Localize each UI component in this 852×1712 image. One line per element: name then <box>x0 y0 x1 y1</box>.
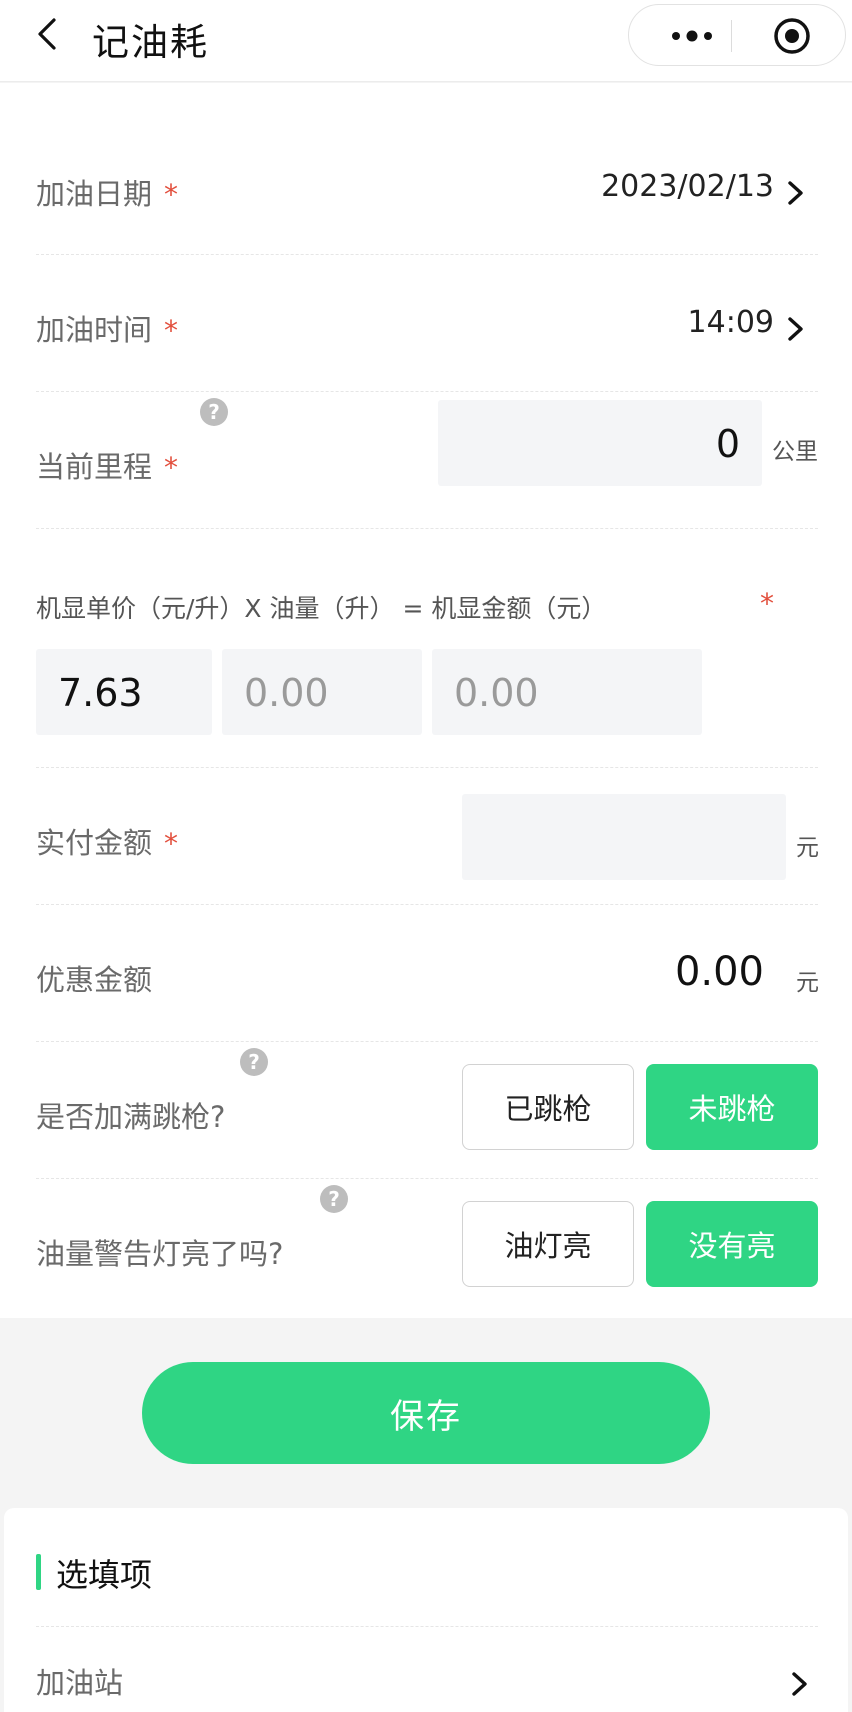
full-tank-row: 是否加满跳枪? ? 已跳枪 未跳枪 <box>0 1042 852 1178</box>
optional-section-card: 选填项 加油站 <box>4 1508 848 1712</box>
warning-light-label: 油量警告灯亮了吗? <box>36 1237 284 1271</box>
page-title: 记油耗 <box>92 21 209 64</box>
chevron-right-icon <box>788 1668 812 1700</box>
fuel-form-card: 加油日期 * 2023/02/13 加油时间 * 14:09 当前里程 * ? 0 公… <box>0 83 852 1318</box>
warning-light-off-button[interactable]: 没有亮 <box>646 1201 818 1287</box>
divider <box>36 1626 818 1627</box>
warning-light-on-button[interactable]: 油灯亮 <box>462 1201 634 1287</box>
time-row[interactable]: 加油时间 * 14:09 <box>0 255 852 391</box>
unit-price-input[interactable]: 7.63 <box>36 649 212 735</box>
required-star: * <box>164 178 179 211</box>
date-row[interactable]: 加油日期 * 2023/02/13 <box>0 83 852 254</box>
paid-input[interactable] <box>462 794 786 880</box>
nav-bar: 记油耗 <box>0 0 852 82</box>
time-label: 加油时间 * <box>36 313 179 347</box>
save-button[interactable]: 保存 <box>142 1362 710 1464</box>
optional-section-title: 选填项 <box>56 1556 153 1594</box>
date-value: 2023/02/13 <box>601 169 774 204</box>
help-icon[interactable]: ? <box>200 398 228 426</box>
mileage-row: 当前里程 * ? 0 公里 <box>0 392 852 528</box>
required-star: * <box>164 451 179 484</box>
section-accent-bar <box>36 1554 41 1590</box>
full-tank-label: 是否加满跳枪? <box>36 1100 226 1134</box>
chevron-right-icon <box>784 177 808 209</box>
discount-value: 0.00 <box>674 949 764 995</box>
volume-placeholder: 0.00 <box>244 671 329 715</box>
mini-program-capsule <box>628 4 846 66</box>
capsule-divider <box>731 20 732 52</box>
mileage-label: 当前里程 * <box>36 450 179 484</box>
help-icon[interactable]: ? <box>320 1185 348 1213</box>
required-star: * <box>164 827 179 860</box>
amount-placeholder: 0.00 <box>454 671 539 715</box>
paid-unit: 元 <box>796 835 819 861</box>
volume-input[interactable]: 0.00 <box>222 649 422 735</box>
price-formula-label: 机显单价（元/升）X 油量（升） = 机显金额（元） <box>36 594 607 623</box>
more-icon[interactable] <box>647 5 737 67</box>
back-icon[interactable] <box>28 14 68 54</box>
paid-row: 实付金额 * 元 <box>0 768 852 904</box>
discount-row: 优惠金额 0.00 元 <box>0 905 852 1041</box>
close-mini-program-icon[interactable] <box>747 5 837 67</box>
chevron-right-icon <box>784 313 808 345</box>
required-star: * <box>164 314 179 347</box>
price-row: 机显单价（元/升）X 油量（升） = 机显金额（元） * 7.63 0.00 0… <box>0 529 852 767</box>
amount-input[interactable]: 0.00 <box>432 649 702 735</box>
unit-price-value: 7.63 <box>58 671 143 715</box>
discount-label: 优惠金额 <box>36 963 153 997</box>
time-value: 14:09 <box>687 305 774 340</box>
mileage-input[interactable]: 0 <box>438 400 762 486</box>
station-label: 加油站 <box>36 1666 124 1700</box>
station-row[interactable]: 加油站 <box>4 1628 852 1712</box>
mileage-input-value: 0 <box>715 422 740 466</box>
full-tank-no-button[interactable]: 未跳枪 <box>646 1064 818 1150</box>
date-label: 加油日期 * <box>36 177 179 211</box>
mileage-unit: 公里 <box>772 439 818 465</box>
required-star: * <box>760 587 774 620</box>
help-icon[interactable]: ? <box>240 1048 268 1076</box>
warning-light-row: 油量警告灯亮了吗? ? 油灯亮 没有亮 <box>0 1179 852 1315</box>
paid-label: 实付金额 * <box>36 826 179 860</box>
discount-unit: 元 <box>796 970 819 996</box>
full-tank-yes-button[interactable]: 已跳枪 <box>462 1064 634 1150</box>
